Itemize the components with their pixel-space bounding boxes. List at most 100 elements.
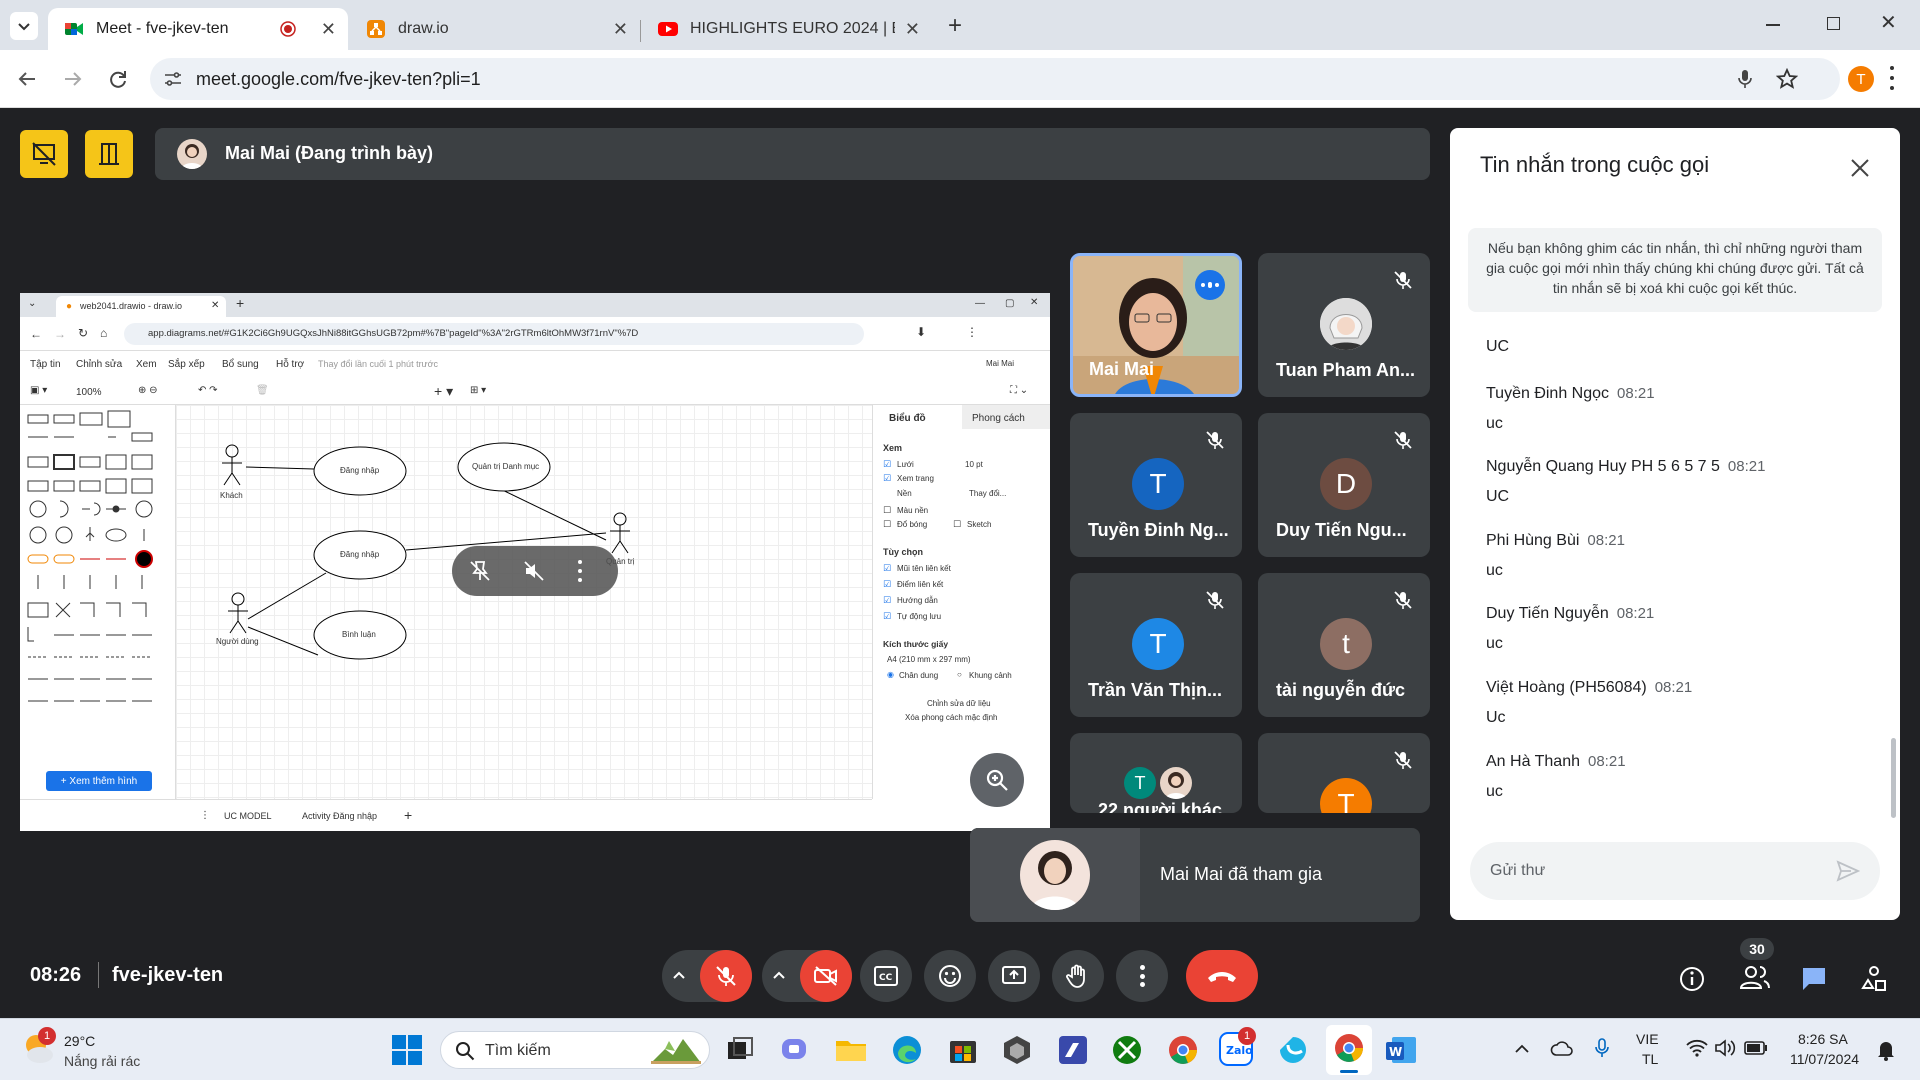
close-window-icon[interactable]: ✕ bbox=[1880, 10, 1897, 35]
raise-hand-button[interactable] bbox=[1052, 950, 1104, 1002]
chat-input[interactable]: Gửi thư bbox=[1470, 842, 1880, 900]
mic-toggle[interactable] bbox=[700, 950, 752, 1002]
close-tab-icon[interactable]: ✕ bbox=[613, 20, 628, 38]
microphone-button[interactable] bbox=[662, 950, 752, 1002]
word-icon[interactable]: W bbox=[1384, 1033, 1418, 1067]
chrome-active-app[interactable] bbox=[1326, 1025, 1372, 1075]
site-settings-icon[interactable] bbox=[164, 71, 182, 87]
pin-off-icon[interactable] bbox=[468, 559, 492, 583]
participant-tile[interactable]: D Duy Tiến Ngu... bbox=[1258, 413, 1430, 557]
present-screen-icon bbox=[1002, 966, 1026, 984]
activities-icon[interactable] bbox=[1860, 964, 1888, 994]
windows-start-icon[interactable] bbox=[390, 1033, 424, 1067]
raise-hand-icon bbox=[1066, 964, 1085, 988]
drawio-canvas[interactable]: Khách Quản trị Người dùng Đăng nhập Quản… bbox=[176, 405, 872, 799]
send-icon[interactable] bbox=[1836, 860, 1860, 882]
xbox-icon[interactable] bbox=[1110, 1033, 1144, 1067]
new-tab-icon[interactable]: + bbox=[948, 12, 962, 40]
zoom-button[interactable] bbox=[970, 753, 1024, 807]
more-menu-icon[interactable] bbox=[1890, 66, 1894, 90]
avatar bbox=[1320, 298, 1372, 350]
participant-tile[interactable]: T Tuyền Đinh Ng... bbox=[1070, 413, 1242, 557]
more-options-button[interactable] bbox=[1116, 950, 1168, 1002]
clock-time[interactable]: 8:26 SA bbox=[1798, 1031, 1848, 1047]
store-icon[interactable] bbox=[946, 1033, 980, 1067]
weather-widget[interactable]: 1 29°C Nắng rải rác bbox=[20, 1027, 160, 1073]
page-tab[interactable]: Activity Đăng nhập bbox=[302, 811, 377, 821]
stop-presenting-button[interactable] bbox=[20, 130, 68, 178]
minimize-icon[interactable] bbox=[1766, 24, 1780, 26]
usecase-label: Đăng nhập bbox=[340, 466, 380, 475]
taskbar-search[interactable]: Tìm kiếm bbox=[440, 1031, 710, 1069]
file-explorer-icon[interactable] bbox=[834, 1033, 868, 1067]
app-cube-icon[interactable] bbox=[1000, 1033, 1034, 1067]
chevron-up-icon[interactable] bbox=[1514, 1041, 1530, 1057]
people-button[interactable] bbox=[1738, 962, 1772, 996]
app-blue-icon[interactable] bbox=[1276, 1033, 1310, 1067]
wifi-icon[interactable] bbox=[1686, 1039, 1708, 1057]
presentation-off-icon bbox=[32, 142, 56, 166]
shared-screen[interactable]: ● web2041.drawio - draw.io ✕ ⌄ + — ▢ ✕ ←… bbox=[20, 293, 1050, 831]
chat-scrollbar[interactable] bbox=[1891, 738, 1896, 818]
tab-youtube[interactable]: HIGHLIGHTS EURO 2024 | BẢN ✕ bbox=[642, 8, 932, 50]
input-method[interactable]: TL bbox=[1642, 1051, 1658, 1067]
leave-call-button[interactable] bbox=[1186, 950, 1258, 1002]
participant-tile[interactable]: t tài nguyễn đức bbox=[1258, 573, 1430, 717]
present-button[interactable] bbox=[988, 950, 1040, 1002]
chat-icon[interactable] bbox=[1800, 966, 1828, 992]
volume-off-icon[interactable] bbox=[522, 559, 546, 583]
close-tab-icon[interactable]: ✕ bbox=[905, 20, 920, 38]
more-options-icon[interactable] bbox=[578, 560, 582, 582]
participant-tile[interactable]: T bbox=[1258, 733, 1430, 813]
drawio-url: app.diagrams.net/#G1K2Ci6Gh9UGQxsJhNi88i… bbox=[148, 328, 639, 339]
vscode-like-icon[interactable] bbox=[1056, 1033, 1090, 1067]
edge-icon[interactable] bbox=[890, 1033, 924, 1067]
info-icon[interactable] bbox=[1678, 965, 1706, 993]
volume-icon[interactable] bbox=[1714, 1039, 1736, 1057]
clock-date[interactable]: 11/07/2024 bbox=[1790, 1051, 1859, 1067]
mic-off-icon bbox=[1394, 431, 1412, 449]
presenter-avatar bbox=[177, 139, 207, 169]
reactions-button[interactable] bbox=[924, 950, 976, 1002]
captions-button[interactable]: CC bbox=[860, 950, 912, 1002]
chat-message: An Hà Thanh 08:21 uc bbox=[1486, 753, 1626, 801]
participant-tile[interactable]: Tuan Pham An... bbox=[1258, 253, 1430, 397]
tab-search-button[interactable] bbox=[10, 12, 38, 40]
reload-icon[interactable] bbox=[107, 68, 129, 90]
microphone-icon[interactable] bbox=[1736, 69, 1754, 89]
notification-bell-icon[interactable] bbox=[1876, 1039, 1896, 1061]
back-icon[interactable] bbox=[16, 68, 38, 90]
drawio-format-panel: Biểu đồ Phong cách Xem ☑ Lưới 10 pt ☑ Xem … bbox=[872, 405, 1050, 799]
chevron-up-icon[interactable] bbox=[772, 968, 786, 982]
microphone-icon[interactable] bbox=[1594, 1037, 1610, 1059]
layout-button[interactable] bbox=[85, 130, 133, 178]
tab-drawio[interactable]: draw.io ✕ bbox=[350, 8, 640, 50]
close-tab-icon[interactable]: ✕ bbox=[321, 20, 336, 38]
network-cloud-icon[interactable] bbox=[1550, 1039, 1574, 1059]
participant-name: Tuan Pham An... bbox=[1276, 360, 1416, 380]
bookmark-star-icon[interactable] bbox=[1776, 68, 1798, 90]
chevron-up-icon[interactable] bbox=[672, 968, 686, 982]
participant-tile[interactable]: T Trần Văn Thịn... bbox=[1070, 573, 1242, 717]
restore-icon[interactable] bbox=[1827, 17, 1840, 30]
participant-tile-mai-mai[interactable]: Mai Mai bbox=[1070, 253, 1242, 397]
join-notification: Mai Mai đã tham gia bbox=[970, 828, 1420, 922]
camera-button[interactable] bbox=[762, 950, 852, 1002]
profile-avatar[interactable]: T bbox=[1848, 66, 1874, 92]
tab-meet[interactable]: Meet - fve-jkev-ten ✕ bbox=[48, 8, 348, 50]
task-view-icon[interactable] bbox=[724, 1033, 758, 1067]
teams-chat-icon[interactable] bbox=[778, 1033, 812, 1067]
forward-icon[interactable] bbox=[62, 68, 84, 90]
close-icon[interactable] bbox=[1850, 158, 1870, 178]
input-language[interactable]: VIE bbox=[1636, 1031, 1659, 1047]
page-tab[interactable]: UC MODEL bbox=[224, 811, 272, 821]
battery-icon[interactable] bbox=[1744, 1041, 1768, 1055]
zalo-app[interactable]: Zalo 1 bbox=[1218, 1027, 1258, 1071]
share-overlay-controls bbox=[452, 546, 618, 596]
camera-toggle[interactable] bbox=[800, 950, 852, 1002]
meeting-code: fve-jkev-ten bbox=[112, 964, 224, 986]
chrome-icon[interactable] bbox=[1166, 1033, 1200, 1067]
omnibox[interactable]: meet.google.com/fve-jkev-ten?pli=1 bbox=[150, 58, 1840, 100]
more-shapes-button[interactable]: + Xem thêm hình bbox=[46, 771, 152, 791]
participant-tile-others[interactable]: T 22 người khác bbox=[1070, 733, 1242, 813]
